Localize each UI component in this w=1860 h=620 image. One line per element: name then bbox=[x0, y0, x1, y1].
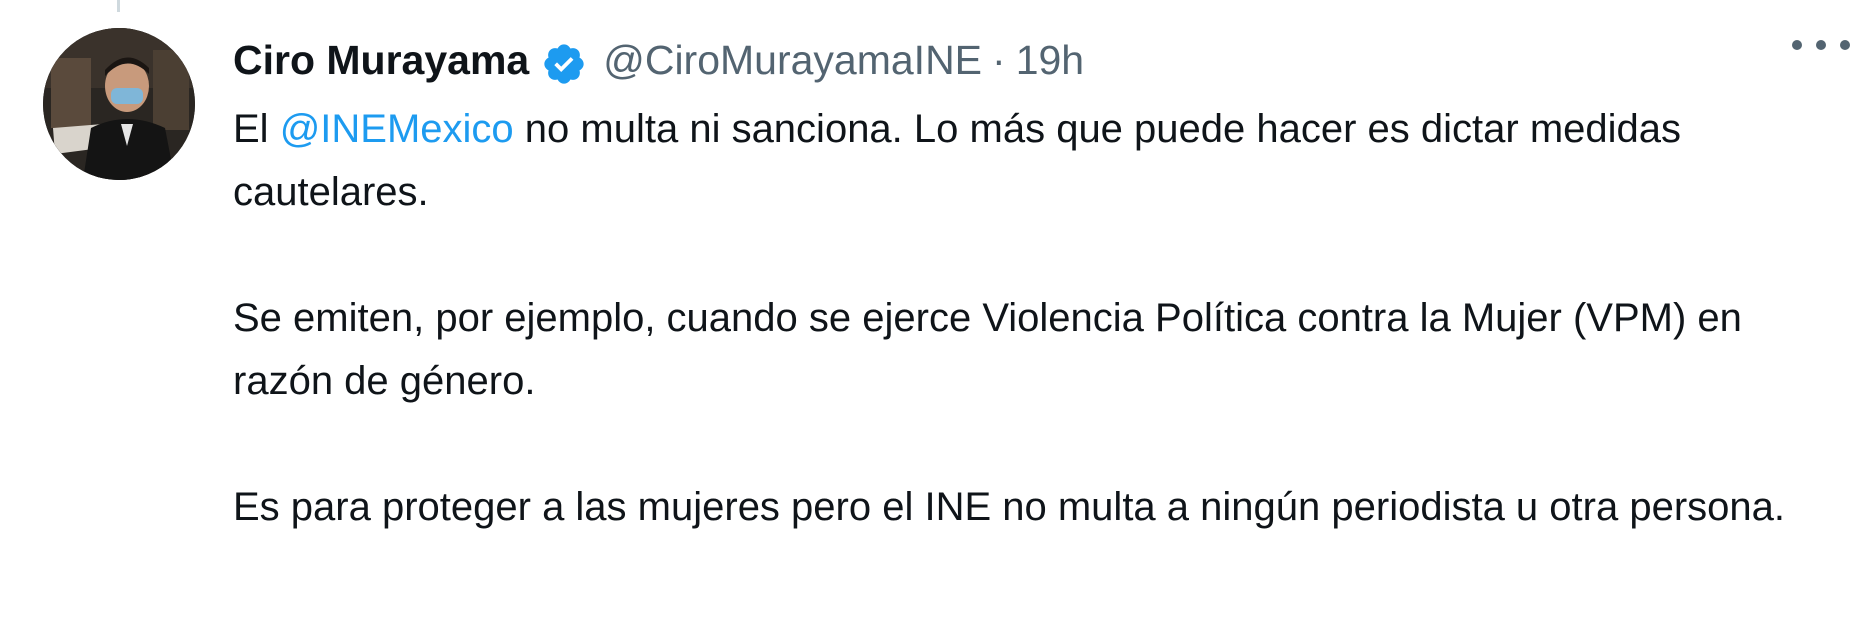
tweet-content: Ciro Murayama @CiroMurayamaINE · 19h El … bbox=[233, 24, 1833, 539]
author-handle[interactable]: @CiroMurayamaINE bbox=[603, 24, 982, 96]
profile-photo bbox=[43, 28, 195, 180]
more-dot bbox=[1816, 40, 1826, 50]
tweet[interactable]: Ciro Murayama @CiroMurayamaINE · 19h El … bbox=[0, 0, 1860, 620]
more-dot bbox=[1840, 40, 1850, 50]
paragraph-prefix: El bbox=[233, 107, 280, 151]
tweet-timestamp[interactable]: 19h bbox=[1016, 24, 1084, 96]
more-dot bbox=[1792, 40, 1802, 50]
verified-badge-icon bbox=[541, 37, 587, 84]
header-separator: · bbox=[992, 37, 1006, 83]
author-display-name[interactable]: Ciro Murayama bbox=[233, 24, 529, 96]
tweet-paragraph: El @INEMexico no multa ni sanciona. Lo m… bbox=[233, 98, 1833, 224]
thread-connector-line bbox=[117, 0, 120, 12]
tweet-text: El @INEMexico no multa ni sanciona. Lo m… bbox=[233, 98, 1833, 539]
tweet-paragraph: Se emiten, por ejemplo, cuando se ejerce… bbox=[233, 296, 1742, 403]
tweet-header: Ciro Murayama @CiroMurayamaINE · 19h bbox=[233, 24, 1833, 96]
tweet-paragraph: Es para proteger a las mujeres pero el I… bbox=[233, 485, 1785, 529]
mention-link[interactable]: @INEMexico bbox=[280, 107, 514, 151]
avatar[interactable] bbox=[43, 28, 195, 180]
more-horizontal-icon[interactable] bbox=[1792, 30, 1850, 60]
